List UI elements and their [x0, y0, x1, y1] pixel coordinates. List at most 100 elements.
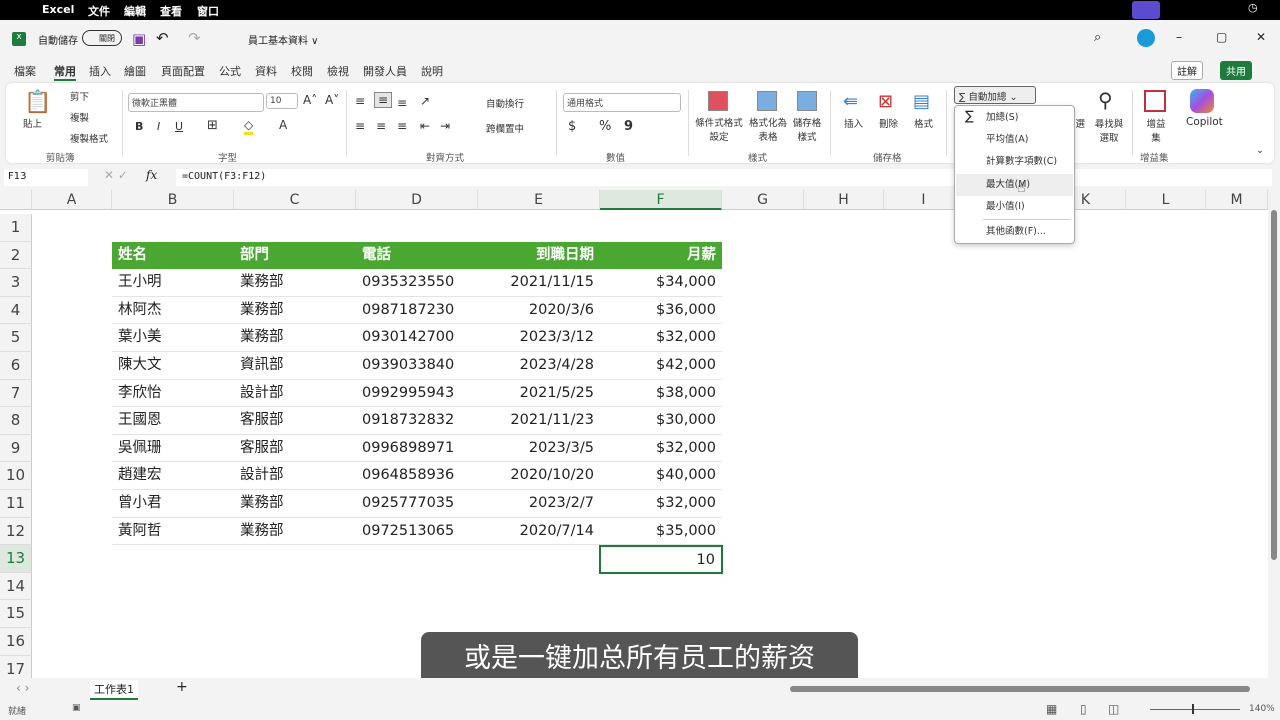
format-painter-button[interactable]: 複製格式 [70, 131, 108, 145]
prev-sheet-icon[interactable]: ‹ › [16, 681, 29, 695]
table-cell[interactable]: 客服部 [234, 435, 356, 463]
menu-view[interactable]: 查看 [160, 3, 182, 19]
increase-indent-icon[interactable]: ⇥ [440, 119, 450, 133]
table-cell[interactable]: 2021/5/25 [478, 380, 600, 408]
row-header-3[interactable]: 3 [0, 269, 32, 297]
delete-cells-icon[interactable]: ⊠ [878, 91, 893, 112]
table-cell[interactable]: $32,000 [600, 324, 722, 352]
table-cell[interactable]: $38,000 [600, 380, 722, 408]
redo-icon[interactable]: ↷ [188, 29, 201, 47]
table-header-cell[interactable]: 到職日期 [478, 241, 600, 270]
name-box[interactable]: F13 [4, 169, 88, 186]
table-cell[interactable]: $36,000 [600, 297, 722, 325]
close-icon[interactable]: ✕ [1256, 30, 1266, 44]
autosum-menu-item[interactable]: 最大值(M) [956, 174, 1073, 196]
table-header-cell[interactable]: 電話 [356, 241, 478, 270]
tab-developer[interactable]: 開發人員 [363, 63, 407, 79]
zoom-slider-thumb[interactable] [1192, 704, 1194, 714]
zoom-slider[interactable] [1150, 709, 1240, 710]
row-header-11[interactable]: 11 [0, 490, 32, 518]
table-cell[interactable]: 陳大文 [112, 352, 234, 380]
table-cell[interactable]: 2023/4/28 [478, 352, 600, 380]
table-cell[interactable]: 王小明 [112, 269, 234, 297]
insert-cells-button[interactable]: 插入 [844, 116, 863, 130]
autosave-toggle[interactable]: 關閉 [82, 30, 122, 46]
table-cell[interactable]: 0939033840 [356, 352, 478, 380]
screen-icon[interactable] [1132, 1, 1160, 19]
cell-styles-icon[interactable] [797, 91, 817, 111]
table-header-cell[interactable]: 部門 [234, 241, 356, 270]
accessibility-icon[interactable]: ▣ [72, 703, 81, 713]
cancel-icon[interactable]: ✕ ✓ [104, 168, 128, 182]
borders-icon[interactable]: ⊞ [207, 118, 218, 133]
row-header-13[interactable]: 13 [0, 545, 32, 573]
number-format-select[interactable]: 通用格式 [563, 93, 681, 112]
italic-button[interactable]: I [157, 120, 160, 133]
collapse-ribbon-icon[interactable]: ⌄ [1256, 145, 1264, 156]
row-header-16[interactable]: 16 [0, 628, 32, 656]
percent-button[interactable]: % [599, 119, 611, 134]
clock-icon[interactable]: ◷ [1248, 1, 1258, 14]
grow-font-icon[interactable]: A˄ [303, 93, 317, 107]
column-header-F[interactable]: F [600, 190, 722, 210]
addins-button[interactable]: 增益集 [1146, 116, 1166, 144]
decrease-indent-icon[interactable]: ⇤ [420, 119, 430, 133]
table-cell[interactable]: 李欣怡 [112, 380, 234, 408]
addins-icon[interactable] [1144, 90, 1166, 112]
autosum-menu-item[interactable]: 平均值(A) [956, 129, 1073, 151]
align-bottom-icon[interactable]: ≡ [397, 96, 407, 110]
share-button[interactable]: 共用 [1220, 61, 1252, 80]
table-cell[interactable]: 0987187230 [356, 297, 478, 325]
tab-view[interactable]: 檢視 [327, 63, 349, 79]
format-table-button[interactable]: 格式化為表格 [748, 115, 788, 143]
copilot-icon[interactable] [1190, 89, 1214, 113]
tab-insert[interactable]: 插入 [89, 63, 111, 79]
column-header-M[interactable]: M [1206, 190, 1268, 210]
table-cell[interactable]: 2021/11/15 [478, 269, 600, 297]
merge-center-button[interactable]: 跨欄置中 [486, 121, 524, 135]
table-cell[interactable]: $34,000 [600, 269, 722, 297]
format-table-icon[interactable] [757, 91, 777, 111]
column-header-L[interactable]: L [1126, 190, 1206, 210]
autosum-menu-item[interactable]: 最小值(I) [956, 196, 1073, 218]
active-cell-F13[interactable]: 10 [599, 545, 723, 574]
conditional-format-icon[interactable] [708, 91, 728, 111]
table-header-cell[interactable]: 月薪 [600, 241, 722, 270]
table-cell[interactable]: 0918732832 [356, 407, 478, 435]
insert-cells-icon[interactable]: ⇚ [843, 91, 858, 112]
comma-button[interactable]: 9 [624, 119, 633, 134]
tab-help[interactable]: 說明 [421, 63, 443, 79]
autosum-menu-item[interactable]: 其他函數(F)... [956, 221, 1073, 243]
tab-page-layout[interactable]: 頁面配置 [161, 63, 205, 79]
row-header-9[interactable]: 9 [0, 434, 32, 463]
tab-review[interactable]: 校閱 [291, 63, 313, 79]
table-cell[interactable]: 資訊部 [234, 352, 356, 380]
column-header-H[interactable]: H [804, 190, 884, 210]
shrink-font-icon[interactable]: A˅ [325, 93, 339, 107]
tab-formulas[interactable]: 公式 [219, 63, 241, 79]
tab-home[interactable]: 常用 [54, 63, 76, 81]
autosum-button[interactable]: ∑ 自動加總 ⌄ [954, 86, 1036, 104]
currency-button[interactable]: $ [568, 119, 576, 134]
table-cell[interactable]: 0935323550 [356, 269, 478, 297]
column-header-G[interactable]: G [722, 190, 804, 210]
column-header-C[interactable]: C [234, 190, 356, 210]
find-icon[interactable]: ⚲ [1098, 88, 1113, 112]
orientation-icon[interactable]: ↗ [420, 94, 430, 108]
menu-file[interactable]: 文件 [88, 3, 110, 19]
add-sheet-icon[interactable]: + [176, 679, 188, 695]
row-header-12[interactable]: 12 [0, 517, 32, 546]
wrap-text-button[interactable]: 自動換行 [486, 96, 524, 110]
align-middle-icon[interactable]: ≡ [374, 92, 393, 108]
table-cell[interactable]: $32,000 [600, 490, 722, 518]
table-cell[interactable]: 業務部 [234, 269, 356, 297]
formula-input[interactable]: =COUNT(F3:F12) [176, 169, 1272, 186]
save-icon[interactable]: ▣ [132, 30, 146, 48]
bold-button[interactable]: B [135, 120, 143, 133]
table-cell[interactable]: $35,000 [600, 518, 722, 546]
row-header-15[interactable]: 15 [0, 600, 32, 628]
search-icon[interactable]: ⌕ [1094, 30, 1101, 45]
document-title[interactable]: 員工基本資料 ∨ [248, 32, 319, 47]
row-header-2[interactable]: 2 [0, 241, 32, 270]
table-cell[interactable]: $32,000 [600, 435, 722, 463]
